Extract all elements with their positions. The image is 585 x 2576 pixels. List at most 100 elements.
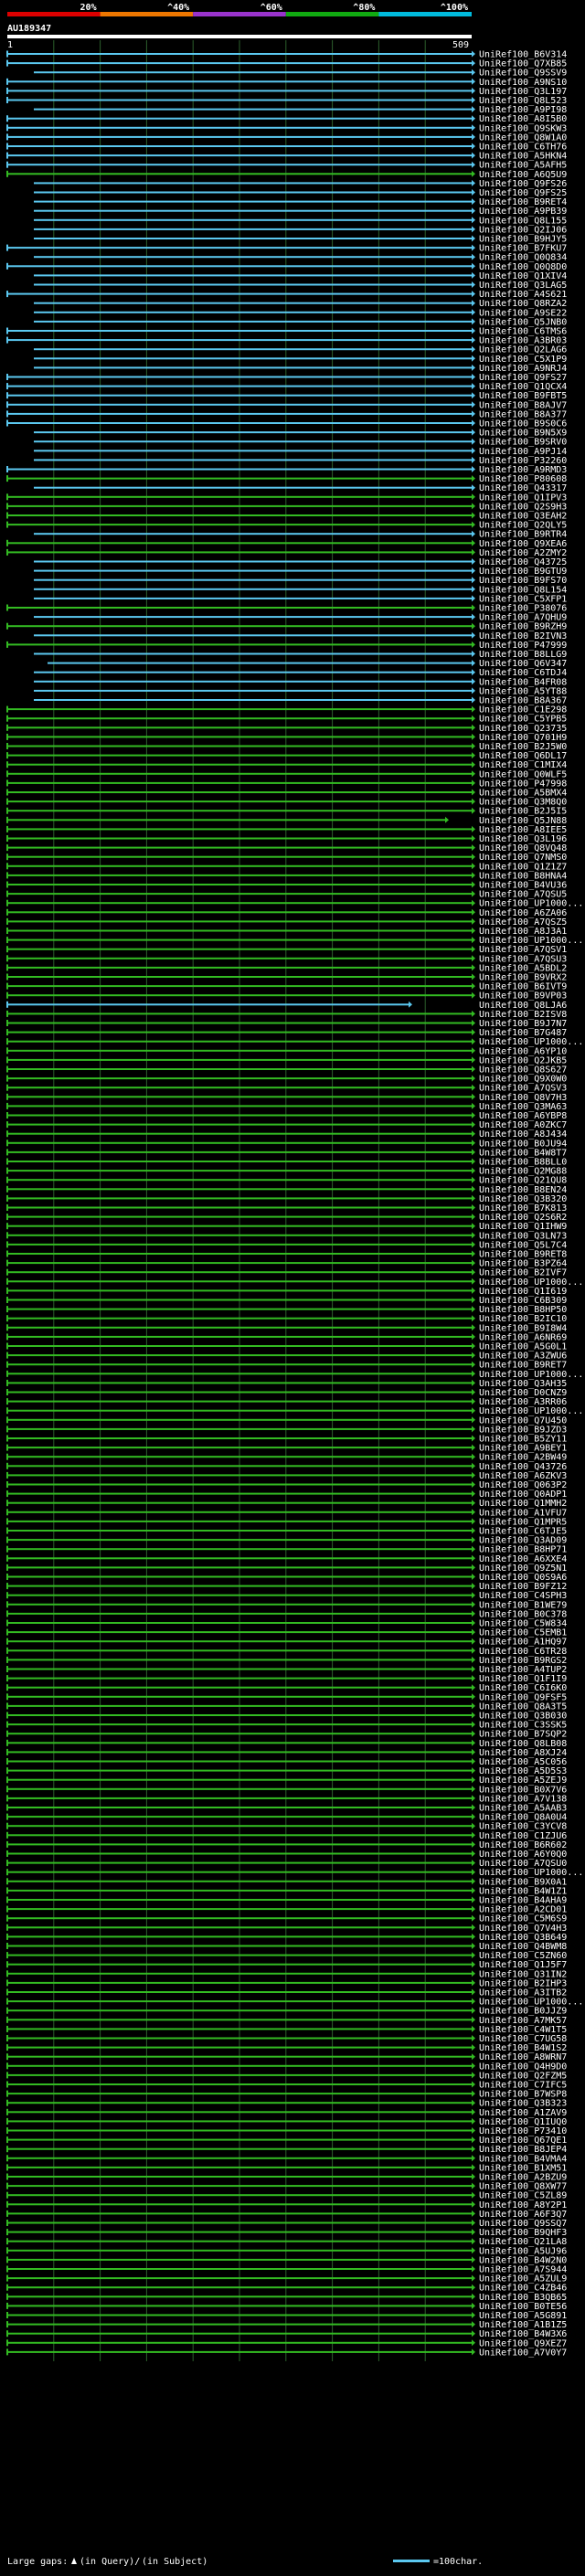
hit-bar[interactable] (7, 1945, 472, 1947)
hit-bar[interactable] (7, 2194, 472, 2197)
hit-bar[interactable] (7, 1049, 472, 1052)
hit-bar[interactable] (7, 819, 445, 822)
hit-bar[interactable] (34, 634, 472, 637)
hit-bar[interactable] (7, 911, 472, 914)
hit-bar[interactable] (7, 1612, 472, 1615)
hit-bar[interactable] (7, 976, 472, 978)
hit-bar[interactable] (7, 1704, 472, 1707)
hit-bar[interactable] (7, 1179, 472, 1182)
hit-bar[interactable] (7, 1363, 472, 1366)
hit-bar[interactable] (7, 403, 472, 406)
hit-bar[interactable] (7, 2120, 472, 2123)
hit-bar[interactable] (7, 1492, 472, 1495)
hit-bar[interactable] (7, 1215, 472, 1218)
hit-bar[interactable] (7, 994, 472, 997)
hit-bar[interactable] (7, 2258, 472, 2261)
hit-bar[interactable] (34, 348, 472, 351)
hit-bar[interactable] (7, 1105, 472, 1108)
hit-bar[interactable] (7, 1400, 472, 1403)
hit-bar[interactable] (7, 1456, 472, 1458)
hit-bar[interactable] (7, 1308, 472, 1310)
hit-bar[interactable] (7, 1012, 472, 1015)
hit-bar[interactable] (7, 1520, 472, 1522)
hit-bar[interactable] (7, 164, 472, 166)
hit-bar[interactable] (7, 864, 472, 867)
hit-bar[interactable] (7, 708, 472, 711)
hit-bar[interactable] (7, 1382, 472, 1384)
hit-bar[interactable] (7, 846, 472, 849)
hit-bar[interactable] (7, 837, 472, 840)
hit-bar[interactable] (7, 2176, 472, 2178)
hit-bar[interactable] (34, 533, 472, 535)
hit-bar[interactable] (7, 1714, 472, 1716)
hit-bar[interactable] (7, 1899, 472, 1901)
hit-bar[interactable] (7, 1539, 472, 1542)
hit-bar[interactable] (7, 2009, 472, 2012)
hit-bar[interactable] (7, 99, 472, 101)
hit-bar[interactable] (7, 1132, 472, 1135)
hit-bar[interactable] (7, 2185, 472, 2188)
hit-bar[interactable] (34, 283, 472, 286)
hit-bar[interactable] (7, 2295, 472, 2298)
hit-bar[interactable] (7, 53, 472, 55)
hit-bar[interactable] (34, 357, 472, 360)
hit-bar[interactable] (7, 2221, 472, 2224)
hit-bar[interactable] (34, 588, 472, 590)
hit-bar[interactable] (7, 1566, 472, 1569)
hit-bar[interactable] (7, 1141, 472, 1144)
hit-bar[interactable] (7, 810, 472, 812)
hit-bar[interactable] (34, 459, 472, 461)
hit-bar[interactable] (7, 2203, 472, 2206)
hit-bar[interactable] (7, 1335, 472, 1338)
hit-bar[interactable] (7, 1447, 472, 1449)
hit-bar[interactable] (7, 1150, 472, 1153)
hit-bar[interactable] (7, 1345, 472, 1347)
hit-bar[interactable] (7, 1963, 472, 1966)
hit-bar[interactable] (7, 1003, 409, 1006)
hit-bar[interactable] (34, 689, 472, 692)
hit-bar[interactable] (34, 652, 472, 655)
hit-bar[interactable] (7, 2129, 472, 2132)
hit-bar[interactable] (7, 1068, 472, 1070)
hit-bar[interactable] (7, 2147, 472, 2150)
hit-bar[interactable] (7, 1603, 472, 1606)
hit-bar[interactable] (7, 1483, 472, 1486)
hit-bar[interactable] (7, 1409, 472, 1412)
hit-bar[interactable] (7, 1087, 472, 1089)
hit-bar[interactable] (7, 1427, 472, 1430)
hit-bar[interactable] (48, 662, 472, 664)
hit-bar[interactable] (7, 2046, 472, 2049)
hit-bar[interactable] (7, 643, 472, 646)
hit-bar[interactable] (7, 1511, 472, 1513)
hit-bar[interactable] (7, 1991, 472, 1993)
hit-bar[interactable] (7, 1224, 472, 1227)
hit-bar[interactable] (7, 1253, 472, 1255)
hit-bar[interactable] (34, 256, 472, 259)
hit-bar[interactable] (7, 1299, 472, 1301)
hit-bar[interactable] (7, 514, 472, 516)
hit-bar[interactable] (7, 1391, 472, 1394)
hit-bar[interactable] (7, 1188, 472, 1191)
hit-bar[interactable] (7, 2064, 472, 2067)
hit-bar[interactable] (7, 726, 472, 729)
hit-bar[interactable] (7, 126, 472, 129)
hit-bar[interactable] (7, 736, 472, 738)
hit-bar[interactable] (7, 2000, 472, 2003)
hit-bar[interactable] (7, 1677, 472, 1680)
hit-bar[interactable] (7, 422, 472, 424)
hit-bar[interactable] (7, 1096, 472, 1098)
hit-bar[interactable] (7, 929, 472, 932)
hit-bar[interactable] (7, 1022, 472, 1024)
hit-bar[interactable] (7, 1834, 472, 1837)
hit-bar[interactable] (34, 182, 472, 185)
hit-bar[interactable] (7, 800, 472, 803)
hit-bar[interactable] (7, 1474, 472, 1477)
hit-bar[interactable] (7, 938, 472, 941)
hit-bar[interactable] (7, 1972, 472, 1975)
hit-bar[interactable] (7, 1317, 472, 1320)
hit-bar[interactable] (7, 330, 472, 332)
hit-bar[interactable] (7, 607, 472, 609)
hit-bar[interactable] (7, 1234, 472, 1236)
hit-bar[interactable] (7, 1040, 472, 1043)
hit-bar[interactable] (7, 2268, 472, 2270)
